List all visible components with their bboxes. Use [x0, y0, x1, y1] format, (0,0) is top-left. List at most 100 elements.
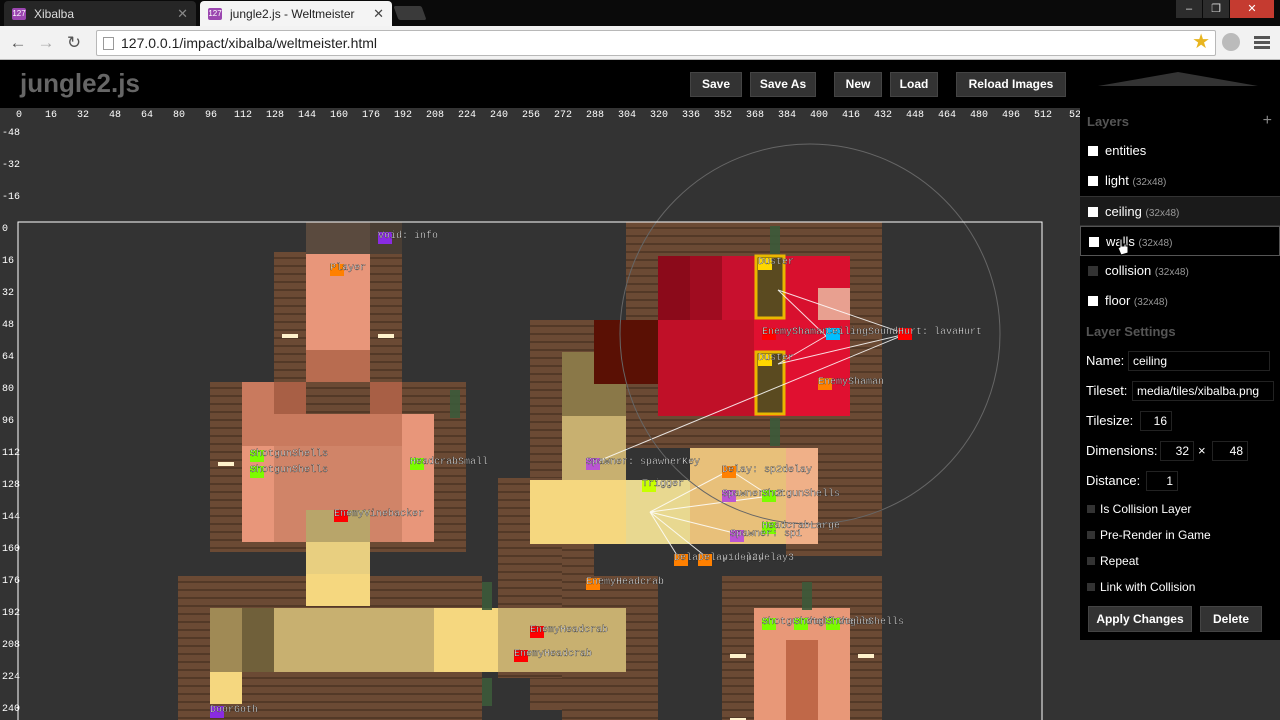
back-arrow-icon[interactable]: ← — [8, 33, 28, 53]
load-button[interactable]: Load — [890, 72, 938, 97]
entity-label: DoorGoth — [210, 704, 258, 716]
layer-entities[interactable]: entities — [1080, 136, 1280, 166]
ruler-x-label: 48 — [109, 110, 121, 121]
entity[interactable]: ShotgunShells — [826, 616, 904, 630]
entity[interactable]: Void: info — [378, 230, 438, 244]
light-fixture — [378, 334, 394, 338]
entity-label: Delay: sp2delay — [722, 464, 812, 476]
save-button[interactable]: Save — [690, 72, 742, 97]
collision-layer-checkbox[interactable]: Is Collision Layer — [1080, 496, 1280, 522]
new-button[interactable]: New — [834, 72, 882, 97]
entity[interactable]: ShotgunShells — [250, 448, 328, 462]
delete-layer-button[interactable]: Delete — [1200, 606, 1262, 632]
tileset-input[interactable]: media/tiles/xibalba.png — [1132, 381, 1274, 401]
entity[interactable]: Delay: sp2delay3 — [698, 552, 794, 566]
checkbox-icon — [1087, 557, 1095, 565]
tab-xibalba[interactable]: 127 Xibalba ✕ — [4, 1, 196, 26]
entity[interactable]: Trigger — [642, 478, 684, 492]
ruler-x-label: 384 — [778, 110, 796, 121]
minimize-icon[interactable]: – — [1176, 0, 1202, 18]
dimension-height-input[interactable]: 48 — [1212, 441, 1248, 461]
window-close-icon[interactable]: ✕ — [1230, 0, 1274, 18]
entity-label: Duster — [758, 353, 794, 364]
entity[interactable]: Delay: sp2delay — [722, 464, 812, 478]
entity[interactable]: CeilingSound — [826, 326, 898, 340]
ceiling-tile — [274, 382, 306, 414]
layer-floor[interactable]: floor (32x48) — [1080, 286, 1280, 316]
tab-weltmeister[interactable]: 127 jungle2.js - Weltmeister ✕ — [200, 1, 392, 26]
tile-map[interactable]: 0 16 32 48 64 80 96 112 128 144 160 176 192 208 224 240… — [0, 108, 1080, 720]
entity[interactable]: EnemyHeadcrab — [586, 576, 664, 590]
level-canvas[interactable]: 0 16 32 48 64 80 96 112 128 144 160 176 192 208 224 240… — [0, 108, 1080, 720]
tab-close-icon[interactable]: ✕ — [177, 6, 188, 22]
ceiling-tile — [786, 640, 818, 720]
bookmark-star-icon[interactable]: ★ — [1192, 31, 1210, 53]
tab-close-icon[interactable]: ✕ — [373, 6, 384, 22]
reload-icon[interactable]: ↻ — [64, 33, 84, 53]
entity[interactable]: EnemyShaman — [818, 376, 884, 390]
ruler-y-label: 192 — [2, 608, 20, 619]
layer-walls[interactable]: walls (32x48) — [1080, 226, 1280, 256]
prerender-checkbox[interactable]: Pre-Render in Game — [1080, 522, 1280, 548]
link-collision-checkbox[interactable]: Link with Collision — [1080, 574, 1280, 600]
ruler-y-label: 208 — [2, 640, 20, 651]
entity-label: ShotgunShells — [250, 448, 328, 460]
new-tab-button[interactable] — [393, 6, 427, 20]
ceiling-tile — [402, 414, 434, 542]
visibility-toggle[interactable] — [1088, 266, 1098, 276]
layer-ceiling[interactable]: ceiling (32x48) — [1080, 196, 1280, 226]
lava-tile — [658, 320, 754, 416]
ruler-x-label: 464 — [938, 110, 956, 121]
entity-label: EnemyShaman — [818, 376, 884, 388]
reload-images-button[interactable]: Reload Images — [956, 72, 1066, 97]
distance-row: Distance: 1 — [1080, 466, 1280, 496]
browser-toolbar: ← → ↻ 127.0.0.1/impact/xibalba/weltmeist… — [0, 26, 1280, 60]
visibility-toggle[interactable] — [1088, 296, 1098, 306]
hand-cursor-icon — [1117, 238, 1129, 256]
add-layer-icon[interactable]: + — [1263, 112, 1272, 130]
ceiling-tile — [242, 382, 274, 414]
visibility-toggle[interactable] — [1088, 176, 1098, 186]
forward-arrow-icon[interactable]: → — [36, 33, 56, 53]
entity[interactable]: Player — [330, 262, 366, 276]
dimensions-label: Dimensions: — [1086, 443, 1158, 458]
entity[interactable]: EnemyShaman — [762, 326, 828, 340]
layer-collision[interactable]: collision (32x48) — [1080, 256, 1280, 286]
layer-light[interactable]: light (32x48) — [1080, 166, 1280, 196]
ruler-x-label: 256 — [522, 110, 540, 121]
entity[interactable]: ShotgunShells — [762, 488, 840, 502]
visibility-toggle[interactable] — [1088, 207, 1098, 217]
extension-icon[interactable] — [1222, 33, 1240, 51]
checkbox-icon — [1087, 531, 1095, 539]
ceiling-tile — [370, 382, 402, 414]
ruler-y-label: 0 — [2, 224, 8, 235]
ruler-x-label: 96 — [205, 110, 217, 121]
ruler-x-label: 208 — [426, 110, 444, 121]
repeat-checkbox[interactable]: Repeat — [1080, 548, 1280, 574]
address-bar[interactable]: 127.0.0.1/impact/xibalba/weltmeister.htm… — [96, 30, 1216, 56]
maximize-icon[interactable]: ❐ — [1203, 0, 1229, 18]
dimension-width-input[interactable]: 32 — [1160, 441, 1194, 461]
entity[interactable]: EnemyHeadcrab — [514, 648, 592, 662]
entity[interactable]: EnemyHeadcrab — [530, 624, 608, 638]
name-input[interactable]: ceiling — [1128, 351, 1270, 371]
entity[interactable]: DoorGoth — [210, 704, 258, 718]
ruler-y-label: 224 — [2, 672, 20, 683]
tileset-label: Tileset: — [1086, 383, 1128, 398]
tilesize-input[interactable]: 16 — [1140, 411, 1172, 431]
ruler-x-label: 144 — [298, 110, 316, 121]
ceiling-tile — [242, 608, 274, 672]
visibility-toggle[interactable] — [1088, 146, 1098, 156]
lava-tile — [722, 256, 754, 320]
apply-changes-button[interactable]: Apply Changes — [1088, 606, 1192, 632]
entity[interactable]: ShotgunShells — [250, 464, 328, 478]
entity[interactable]: HeadcrabSmall — [410, 456, 488, 470]
save-as-button[interactable]: Save As — [750, 72, 816, 97]
visibility-toggle[interactable] — [1089, 237, 1099, 247]
entity-label: Player — [330, 262, 366, 274]
distance-input[interactable]: 1 — [1146, 471, 1178, 491]
entity[interactable]: Hurt: lavaHurt — [898, 326, 982, 340]
ruler-x-label: 368 — [746, 110, 764, 121]
entity[interactable]: EnemyVinebacker — [334, 508, 424, 522]
browser-menu-icon[interactable] — [1254, 36, 1270, 51]
